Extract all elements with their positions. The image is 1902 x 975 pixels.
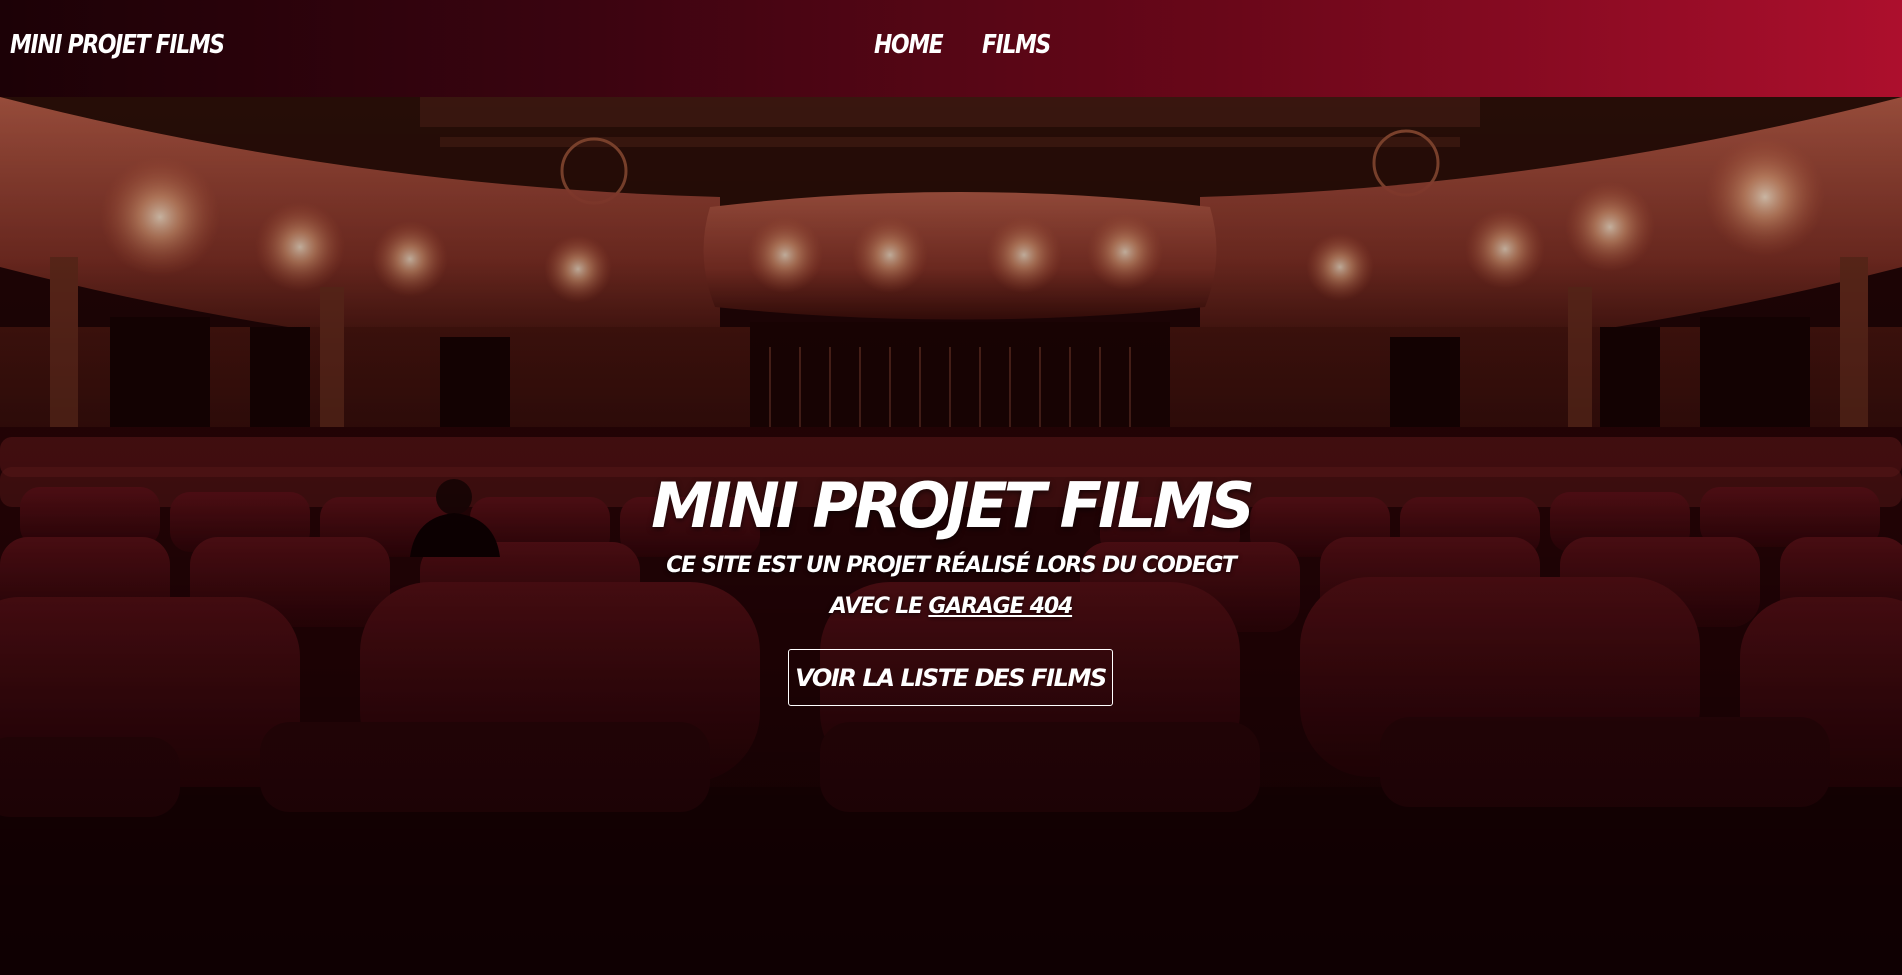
garage-404-link[interactable]: GARAGE 404: [928, 594, 1073, 619]
top-navbar: MINI PROJET FILMS HOME FILMS: [0, 0, 1902, 97]
hero-subtitle-line2: AVEC LE GARAGE 404: [0, 594, 1902, 619]
hero-subtitle-prefix: AVEC LE: [829, 594, 929, 619]
brand-logo[interactable]: MINI PROJET FILMS: [10, 30, 225, 60]
main-nav: HOME FILMS: [874, 30, 1063, 60]
nav-films[interactable]: FILMS: [982, 30, 1051, 60]
hero-title: MINI PROJET FILMS: [651, 469, 1255, 542]
hero-subtitle-line1: CE SITE EST UN PROJET RÉALISÉ LORS DU CO…: [666, 553, 1237, 578]
nav-home[interactable]: HOME: [874, 30, 944, 60]
view-films-button[interactable]: VOIR LA LISTE DES FILMS: [788, 649, 1113, 706]
hero-section: MINI PROJET FILMS CE SITE EST UN PROJET …: [0, 97, 1902, 975]
